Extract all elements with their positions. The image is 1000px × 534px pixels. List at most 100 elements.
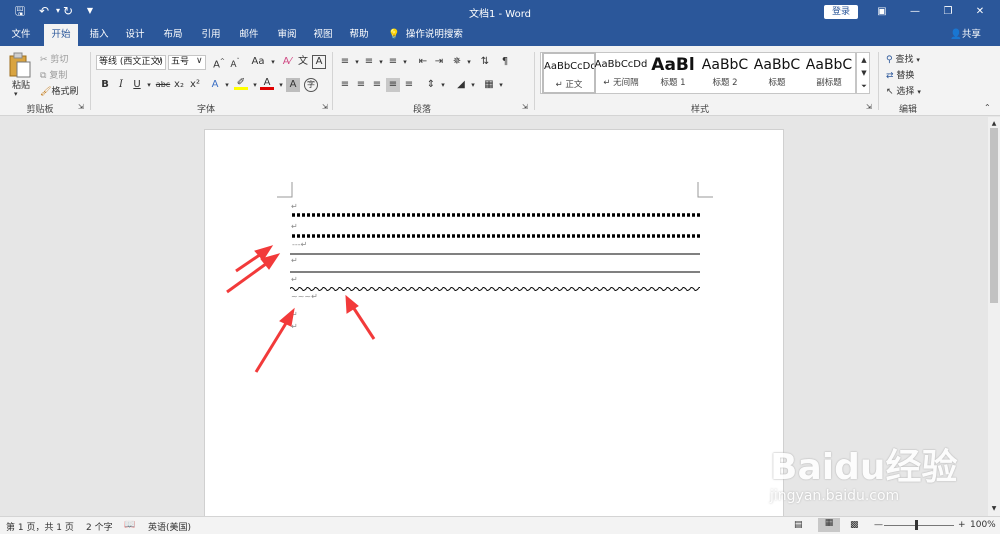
format-painter-button[interactable]: 🖌格式刷 (40, 84, 78, 97)
share-button[interactable]: 👤共享 (950, 24, 981, 46)
tilde-text: ~~~↵ (291, 292, 318, 301)
multilevel-dropdown-icon[interactable]: ▾ (398, 55, 412, 69)
restore-icon[interactable]: ❐ (938, 3, 958, 21)
strikethrough-button[interactable]: abc (154, 78, 172, 92)
align-center-icon[interactable]: ≡ (354, 78, 368, 92)
gallery-up-icon[interactable]: ▲ (857, 53, 871, 67)
borders-dropdown-icon[interactable]: ▾ (494, 78, 508, 92)
style-preview: AaBbC (805, 57, 853, 73)
character-border-icon[interactable]: A (312, 55, 326, 69)
scrollbar-thumb[interactable] (990, 128, 998, 303)
tab-layout[interactable]: 布局 (158, 24, 188, 46)
lightbulb-icon: 💡 (388, 29, 400, 40)
highlight-icon[interactable]: ✐ (234, 76, 248, 90)
paste-dropdown-icon[interactable]: ▾ (14, 90, 18, 98)
chinese-layout-dropdown-icon[interactable]: ▾ (462, 55, 476, 69)
paragraph-launcher-icon[interactable]: ⇲ (522, 103, 528, 111)
style-preview: AaBbCcDd (594, 59, 648, 70)
select-button[interactable]: ↖ 选择 ▾ (886, 84, 921, 97)
web-layout-icon[interactable]: ▩ (850, 520, 859, 530)
show-marks-icon[interactable]: ¶ (498, 55, 512, 69)
tab-view[interactable]: 视图 (308, 24, 338, 46)
scroll-down-icon[interactable]: ▼ (987, 502, 1000, 516)
font-size-dropdown-icon[interactable]: ∨ (196, 56, 203, 66)
cut-button[interactable]: ✂ 剪切 (40, 52, 68, 65)
superscript-button[interactable]: x² (188, 78, 202, 92)
sort-icon[interactable]: ⇅ (478, 55, 492, 69)
zoom-out-icon[interactable]: — (874, 520, 883, 530)
line-spacing-dropdown-icon[interactable]: ▾ (436, 78, 450, 92)
change-case-button[interactable]: Aa (248, 55, 268, 69)
tab-design[interactable]: 设计 (120, 24, 150, 46)
paragraph-mark: ↵ (291, 222, 298, 231)
text-effects-dropdown-icon[interactable]: ▾ (220, 78, 234, 92)
replace-button[interactable]: ⇄ 替换 (886, 68, 914, 81)
paragraph-mark: ↵ (291, 310, 298, 319)
italic-button[interactable]: I (114, 78, 128, 92)
redo-icon[interactable]: ↻ (60, 3, 76, 19)
style-normal[interactable]: AaBbCcDd ↵ 正文 (542, 52, 596, 94)
print-layout-icon[interactable]: ▦ (818, 518, 840, 532)
style-no-spacing[interactable]: AaBbCcDd ↵ 无间隔 (594, 52, 648, 94)
tell-me-label: 操作说明搜索 (405, 29, 463, 40)
tab-references[interactable]: 引用 (196, 24, 226, 46)
clipboard-launcher-icon[interactable]: ⇲ (78, 103, 84, 111)
tab-review[interactable]: 审阅 (272, 24, 302, 46)
style-heading-1[interactable]: AaBl 标题 1 (646, 52, 700, 94)
phonetic-guide-icon[interactable]: 文 (296, 55, 310, 69)
style-subtitle[interactable]: AaBbC 副标题 (802, 52, 856, 94)
document-page[interactable]: ↵ ↵ ---↵ ↵ ↵ ~~~↵ ↵ ↵ (204, 129, 784, 529)
read-mode-icon[interactable]: ▤ (794, 520, 803, 530)
minimize-icon[interactable]: — (905, 3, 925, 21)
tab-help[interactable]: 帮助 (344, 24, 374, 46)
tab-file[interactable]: 文件 (6, 24, 36, 46)
clear-formatting-icon[interactable]: A⁄ (280, 55, 294, 69)
zoom-slider[interactable] (884, 525, 954, 526)
tell-me-search[interactable]: 💡 操作说明搜索 (388, 24, 463, 46)
zoom-level[interactable]: 100% (970, 520, 996, 530)
increase-indent-icon[interactable]: ⇥ (432, 55, 446, 69)
enclose-characters-icon[interactable]: 字 (304, 78, 318, 92)
gallery-down-icon[interactable]: ▼ (857, 66, 871, 80)
align-left-icon[interactable]: ≡ (338, 78, 352, 92)
zoom-slider-thumb[interactable] (915, 520, 918, 530)
ribbon-display-icon[interactable]: ▣ (872, 3, 892, 21)
distributed-icon[interactable]: ≡ (402, 78, 416, 92)
wavy-border-line (290, 287, 700, 291)
login-button[interactable]: 登录 (824, 5, 858, 19)
font-launcher-icon[interactable]: ⇲ (322, 103, 328, 111)
customize-icon[interactable]: ▼ (82, 3, 98, 19)
character-shading-icon[interactable]: A (286, 78, 300, 92)
styles-launcher-icon[interactable]: ⇲ (866, 103, 872, 111)
tab-mailings[interactable]: 邮件 (234, 24, 264, 46)
copy-button[interactable]: ⧉ 复制 (40, 68, 67, 81)
word-count[interactable]: 2 个字 (86, 520, 113, 533)
zoom-in-icon[interactable]: + (958, 520, 966, 530)
tab-home[interactable]: 开始 (44, 24, 78, 46)
find-button[interactable]: ⚲ 查找 ▾ (886, 52, 920, 65)
copy-icon: ⧉ (40, 71, 47, 81)
collapse-ribbon-icon[interactable]: ⌃ (984, 103, 991, 112)
tab-insert[interactable]: 插入 (84, 24, 114, 46)
style-title[interactable]: AaBbC 标题 (750, 52, 804, 94)
shading-dropdown-icon[interactable]: ▾ (466, 78, 480, 92)
decrease-indent-icon[interactable]: ⇤ (416, 55, 430, 69)
baidu-watermark: Baidu经验 jingyan.baidu.com (760, 424, 960, 514)
font-name-dropdown-icon[interactable]: ∨ (156, 56, 163, 66)
change-case-dropdown-icon[interactable]: ▾ (266, 55, 280, 69)
language-indicator[interactable]: 英语(美国) (148, 520, 191, 533)
align-right-icon[interactable]: ≡ (370, 78, 384, 92)
justify-icon[interactable]: ≡ (386, 78, 400, 92)
font-color-icon[interactable]: A (260, 76, 274, 90)
bold-button[interactable]: B (98, 78, 112, 92)
close-icon[interactable]: ✕ (970, 3, 990, 21)
shrink-font-icon[interactable]: Aˇ (228, 55, 242, 70)
save-icon[interactable]: 🖫 (12, 3, 28, 19)
style-heading-2[interactable]: AaBbC 标题 2 (698, 52, 752, 94)
gallery-more-icon[interactable]: ⏷ (857, 79, 871, 93)
paste-icon[interactable] (8, 52, 32, 78)
proofing-icon[interactable]: 📖 (124, 520, 135, 530)
page-count[interactable]: 第 1 页，共 1 页 (6, 520, 74, 533)
grow-font-icon[interactable]: A^ (212, 55, 226, 70)
subscript-button[interactable]: x₂ (172, 78, 186, 92)
